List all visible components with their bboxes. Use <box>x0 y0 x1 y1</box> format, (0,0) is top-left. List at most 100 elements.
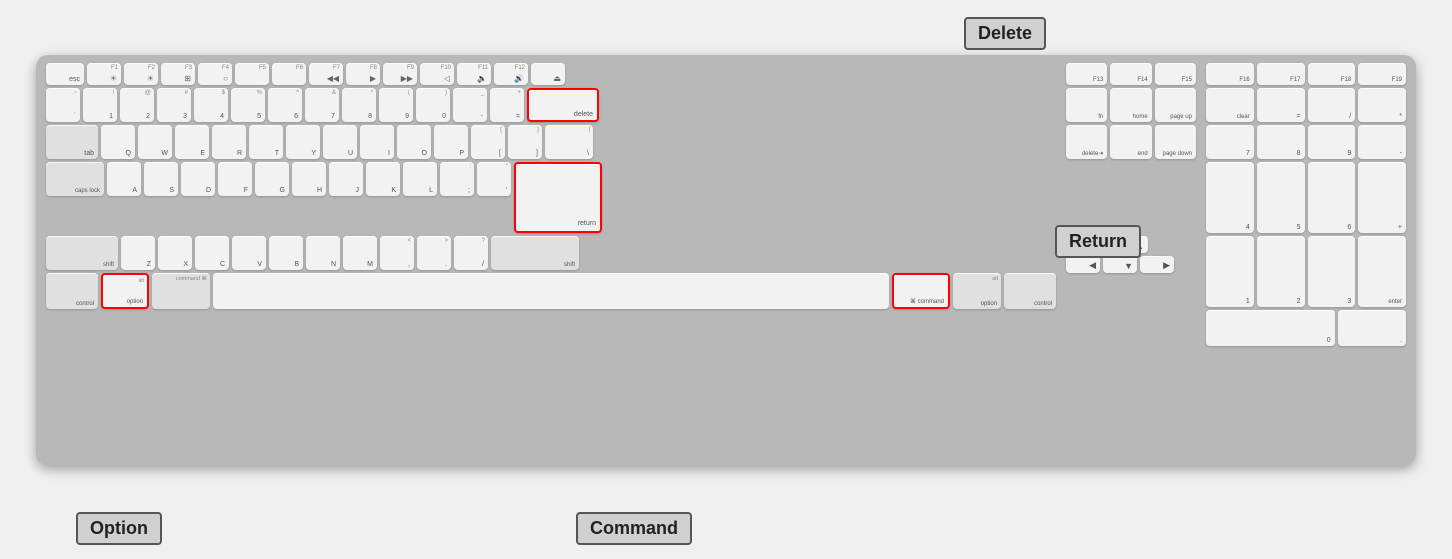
key-rbracket[interactable]: }] <box>508 125 542 159</box>
key-numpad-7[interactable]: 7 <box>1206 125 1254 159</box>
key-home[interactable]: home <box>1110 88 1151 122</box>
key-return[interactable]: return <box>514 162 602 233</box>
key-1[interactable]: !1 <box>83 88 117 122</box>
key-pagedown[interactable]: page down <box>1155 125 1196 159</box>
key-v[interactable]: V <box>232 236 266 270</box>
key-w[interactable]: W <box>138 125 172 159</box>
key-f10[interactable]: F10◁ <box>420 63 454 85</box>
key-control-right[interactable]: control <box>1004 273 1056 309</box>
key-semicolon[interactable]: :; <box>440 162 474 196</box>
key-equals[interactable]: += <box>490 88 524 122</box>
key-f14[interactable]: F14 <box>1110 63 1151 85</box>
key-j[interactable]: J <box>329 162 363 196</box>
key-f13[interactable]: F13 <box>1066 63 1107 85</box>
key-lbracket[interactable]: {[ <box>471 125 505 159</box>
key-a[interactable]: A <box>107 162 141 196</box>
key-option-right[interactable]: alt option <box>953 273 1001 309</box>
key-arrow-right[interactable]: ▶ <box>1140 256 1174 273</box>
key-period[interactable]: >. <box>417 236 451 270</box>
key-backslash[interactable]: |\ <box>545 125 593 159</box>
key-forward-delete[interactable]: delete⇥ <box>1066 125 1107 159</box>
key-m[interactable]: M <box>343 236 377 270</box>
key-u[interactable]: U <box>323 125 357 159</box>
key-capslock[interactable]: caps lock <box>46 162 104 196</box>
key-numpad-enter[interactable]: enter <box>1358 236 1406 307</box>
key-g[interactable]: G <box>255 162 289 196</box>
key-q[interactable]: Q <box>101 125 135 159</box>
key-comma[interactable]: <, <box>380 236 414 270</box>
key-numpad-equals[interactable]: = <box>1257 88 1305 122</box>
key-f7[interactable]: F7◀◀ <box>309 63 343 85</box>
key-control-left[interactable]: control <box>46 273 98 309</box>
key-end[interactable]: end <box>1110 125 1151 159</box>
key-numpad-multiply[interactable]: * <box>1358 88 1406 122</box>
key-p[interactable]: P <box>434 125 468 159</box>
key-quote[interactable]: "' <box>477 162 511 196</box>
key-f19[interactable]: F19 <box>1358 63 1406 85</box>
key-d[interactable]: D <box>181 162 215 196</box>
key-b[interactable]: B <box>269 236 303 270</box>
key-k[interactable]: K <box>366 162 400 196</box>
key-0[interactable]: )0 <box>416 88 450 122</box>
key-numpad-4[interactable]: 4 <box>1206 162 1254 233</box>
key-l[interactable]: L <box>403 162 437 196</box>
key-numpad-9[interactable]: 9 <box>1308 125 1356 159</box>
key-numpad-clear[interactable]: clear <box>1206 88 1254 122</box>
key-x[interactable]: X <box>158 236 192 270</box>
key-t[interactable]: T <box>249 125 283 159</box>
key-3[interactable]: #3 <box>157 88 191 122</box>
key-numpad-0[interactable]: 0 <box>1206 310 1335 346</box>
key-f5[interactable]: F5 <box>235 63 269 85</box>
key-8[interactable]: *8 <box>342 88 376 122</box>
key-numpad-divide[interactable]: / <box>1308 88 1356 122</box>
key-r[interactable]: R <box>212 125 246 159</box>
key-f18[interactable]: F18 <box>1308 63 1356 85</box>
key-esc[interactable]: esc <box>46 63 84 85</box>
key-arrow-down[interactable]: ▼ <box>1103 256 1137 273</box>
key-minus[interactable]: _- <box>453 88 487 122</box>
key-5[interactable]: %5 <box>231 88 265 122</box>
key-pageup[interactable]: page up <box>1155 88 1196 122</box>
key-4[interactable]: $4 <box>194 88 228 122</box>
key-f6[interactable]: F6 <box>272 63 306 85</box>
key-o[interactable]: O <box>397 125 431 159</box>
key-shift-right[interactable]: shift <box>491 236 579 270</box>
key-backtick[interactable]: ~` <box>46 88 80 122</box>
key-n[interactable]: N <box>306 236 340 270</box>
key-6[interactable]: ^6 <box>268 88 302 122</box>
key-slash[interactable]: ?/ <box>454 236 488 270</box>
key-numpad-6[interactable]: 6 <box>1308 162 1356 233</box>
key-command-left[interactable]: command ⌘ <box>152 273 210 309</box>
key-f[interactable]: F <box>218 162 252 196</box>
key-command-right[interactable]: ⌘ command <box>892 273 950 309</box>
key-f17[interactable]: F17 <box>1257 63 1305 85</box>
key-f4[interactable]: F4○ <box>198 63 232 85</box>
key-h[interactable]: H <box>292 162 326 196</box>
key-eject[interactable]: ⏏ <box>531 63 565 85</box>
key-numpad-1[interactable]: 1 <box>1206 236 1254 307</box>
key-numpad-minus[interactable]: - <box>1358 125 1406 159</box>
key-f11[interactable]: F11🔈 <box>457 63 491 85</box>
key-f9[interactable]: F9▶▶ <box>383 63 417 85</box>
key-s[interactable]: S <box>144 162 178 196</box>
key-z[interactable]: Z <box>121 236 155 270</box>
key-numpad-8[interactable]: 8 <box>1257 125 1305 159</box>
key-c[interactable]: C <box>195 236 229 270</box>
key-space[interactable] <box>213 273 889 309</box>
key-numpad-period[interactable]: . <box>1338 310 1406 346</box>
key-delete[interactable]: delete <box>527 88 599 122</box>
key-option-left[interactable]: alt option <box>101 273 149 309</box>
key-2[interactable]: @2 <box>120 88 154 122</box>
key-f2[interactable]: F2☀ <box>124 63 158 85</box>
key-arrow-left[interactable]: ◀ <box>1066 256 1100 273</box>
key-numpad-3[interactable]: 3 <box>1308 236 1356 307</box>
key-f1[interactable]: F1☀ <box>87 63 121 85</box>
key-numpad-2[interactable]: 2 <box>1257 236 1305 307</box>
key-f8[interactable]: F8▶ <box>346 63 380 85</box>
key-shift-left[interactable]: shift <box>46 236 118 270</box>
key-y[interactable]: Y <box>286 125 320 159</box>
key-f12[interactable]: F12🔊 <box>494 63 528 85</box>
key-numpad-plus[interactable]: + <box>1358 162 1406 233</box>
key-i[interactable]: I <box>360 125 394 159</box>
key-tab[interactable]: tab <box>46 125 98 159</box>
